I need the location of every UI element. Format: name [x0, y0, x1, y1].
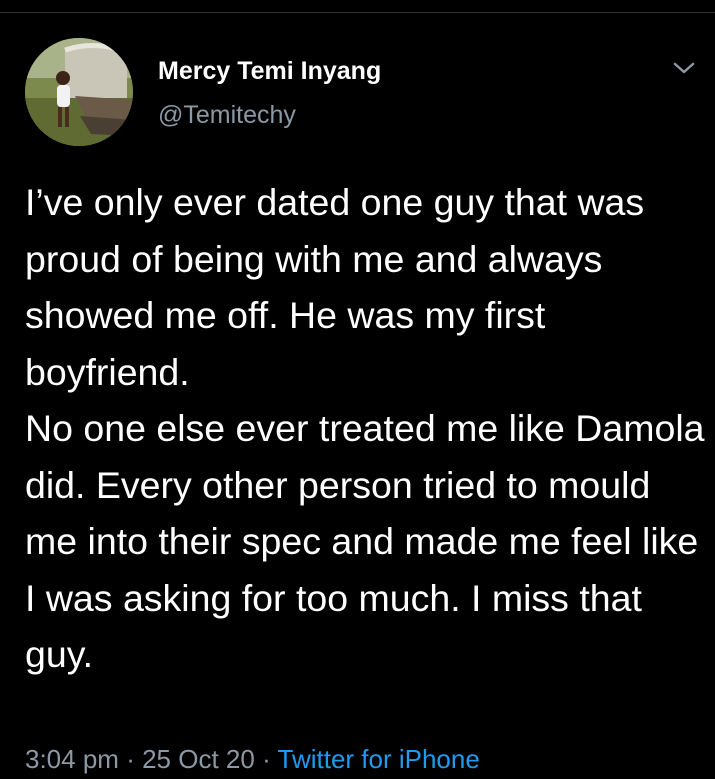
avatar[interactable]	[25, 38, 133, 146]
tweet-text: I’ve only ever dated one guy that was pr…	[25, 174, 705, 683]
tweet-meta: 3:04 pm · 25 Oct 20 · Twitter for iPhone	[25, 744, 480, 775]
author-handle[interactable]: @Temitechy	[158, 101, 296, 130]
tweet-time[interactable]: 3:04 pm	[25, 744, 119, 774]
tweet-paragraph: No one else ever treated me like Damola …	[25, 407, 705, 675]
meta-separator: ·	[126, 744, 135, 774]
avatar-photo	[25, 38, 133, 146]
meta-separator: ·	[262, 744, 271, 774]
chevron-down-icon	[673, 62, 695, 74]
more-options-button[interactable]	[664, 52, 704, 84]
top-divider	[0, 12, 715, 13]
tweet-source-link[interactable]: Twitter for iPhone	[278, 744, 480, 774]
tweet-paragraph: I’ve only ever dated one guy that was pr…	[25, 181, 645, 393]
tweet-date[interactable]: 25 Oct 20	[142, 744, 255, 774]
author-name[interactable]: Mercy Temi Inyang	[158, 57, 381, 86]
